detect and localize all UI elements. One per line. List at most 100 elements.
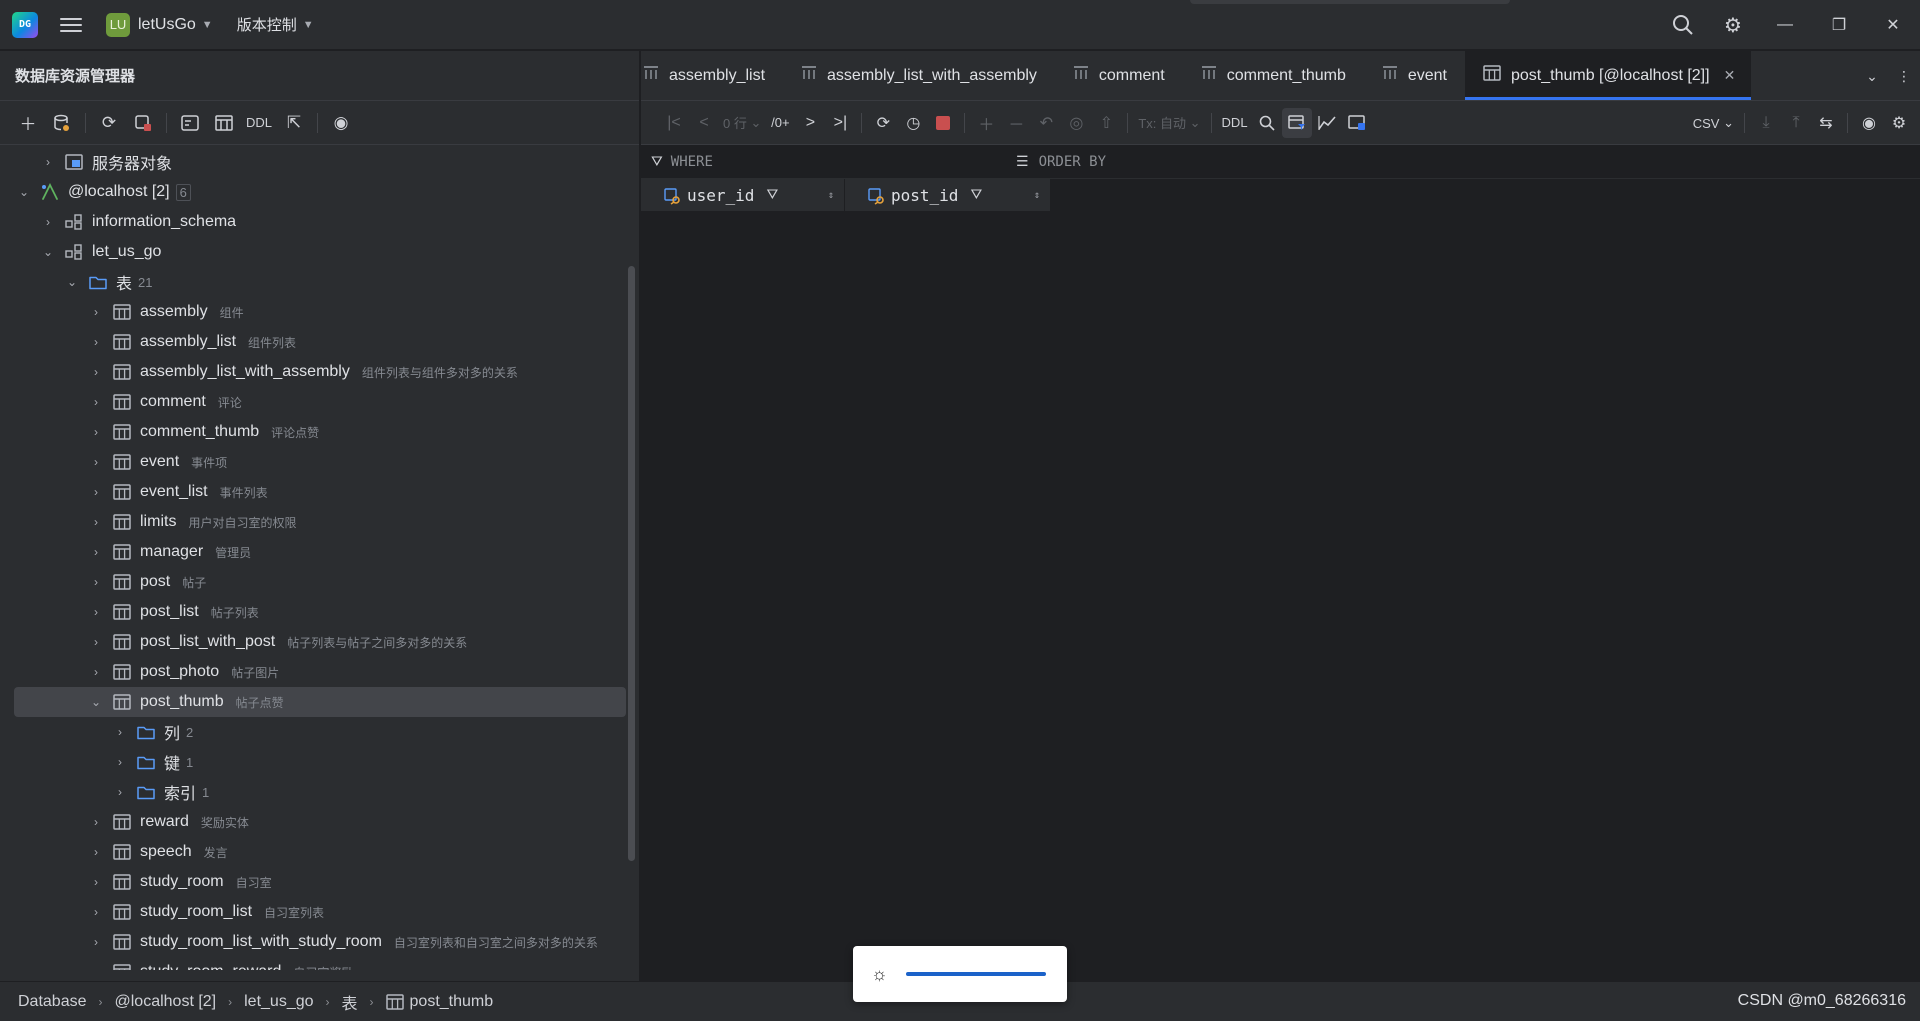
column-header[interactable]: user_id ⛛ ⇕ [641, 179, 845, 211]
chevron-right-icon[interactable]: › [88, 905, 104, 919]
settings-gear-icon[interactable]: ⚙ [1884, 108, 1914, 138]
tree-node[interactable]: › post_list_with_post 帖子列表与帖子之间多对多的关系 [0, 627, 628, 657]
project-name[interactable]: letUsGo [138, 16, 196, 34]
breadcrumb-item[interactable]: @localhost [2] [115, 993, 217, 1011]
tree-node[interactable]: › assembly 组件 [0, 297, 628, 327]
datasource-properties-icon[interactable] [48, 108, 76, 138]
transaction-mode-select[interactable]: Tx: 自动 ⌄ [1134, 108, 1204, 138]
chevron-right-icon[interactable]: › [88, 545, 104, 559]
editor-tab[interactable]: assembly_list [641, 51, 783, 100]
tree-node[interactable]: › post 帖子 [0, 567, 628, 597]
chevron-right-icon[interactable]: › [88, 455, 104, 469]
breadcrumb-item[interactable]: 表 [342, 990, 358, 1014]
chevron-right-icon[interactable]: › [88, 395, 104, 409]
preview-changes-icon[interactable]: ◎ [1061, 108, 1091, 138]
rows-per-page-select[interactable]: 0 行 ⌄ [719, 108, 765, 138]
chevron-right-icon[interactable]: › [88, 305, 104, 319]
compare-icon[interactable]: ⇆ [1811, 108, 1841, 138]
tree-node[interactable]: ⌄ post_thumb 帖子点赞 [14, 687, 626, 717]
chevron-right-icon[interactable]: › [112, 755, 128, 769]
chevron-right-icon[interactable]: › [88, 365, 104, 379]
chevron-right-icon[interactable]: › [88, 575, 104, 589]
editor-tab[interactable]: post_thumb [@localhost [2]] ✕ [1465, 51, 1752, 100]
tree-node[interactable]: ⌄ @localhost [2] 6 [0, 177, 628, 207]
chevron-right-icon[interactable]: › [40, 155, 56, 169]
breadcrumb-item[interactable]: post_thumb [410, 993, 494, 1011]
minimize-button[interactable]: — [1758, 0, 1812, 50]
layout-options-icon[interactable] [1342, 108, 1372, 138]
stop-icon[interactable] [928, 108, 958, 138]
tree-node[interactable]: › manager 管理员 [0, 537, 628, 567]
more-options-icon[interactable]: ⋮ [1888, 68, 1920, 85]
tree-vertical-scrollbar[interactable] [628, 266, 635, 861]
chevron-right-icon[interactable]: › [88, 335, 104, 349]
jump-to-icon[interactable]: ⇱ [280, 108, 308, 138]
tree-node[interactable]: › reward 奖励实体 [0, 807, 628, 837]
tree-node[interactable]: › speech 发言 [0, 837, 628, 867]
tree-node[interactable]: › event_list 事件列表 [0, 477, 628, 507]
tree-node[interactable]: › limits 用户对自习室的权限 [0, 507, 628, 537]
refresh-icon[interactable]: ⟳ [95, 108, 123, 138]
add-row-icon[interactable]: ＋ [971, 108, 1001, 138]
chevron-right-icon[interactable]: › [88, 845, 104, 859]
delete-row-icon[interactable]: － [1001, 108, 1031, 138]
import-upload-icon[interactable]: ⤒ [1781, 108, 1811, 138]
orderby-filter[interactable]: ☰ ORDER BY [1016, 154, 1106, 170]
vcs-menu[interactable]: 版本控制 [237, 14, 297, 35]
chart-icon[interactable] [1312, 108, 1342, 138]
chevron-down-icon[interactable]: ▼ [202, 19, 213, 31]
previous-page-icon[interactable]: < [689, 108, 719, 138]
tree-node[interactable]: › 索引 1 [0, 777, 628, 807]
close-tab-icon[interactable]: ✕ [1724, 67, 1736, 84]
view-eye-icon[interactable]: ◉ [1854, 108, 1884, 138]
close-window-button[interactable]: ✕ [1866, 0, 1920, 50]
add-icon[interactable]: ＋ [14, 108, 42, 138]
sort-arrows-icon[interactable]: ⇕ [828, 190, 834, 201]
chevron-right-icon[interactable]: › [40, 215, 56, 229]
breadcrumb-item[interactable]: let_us_go [244, 993, 313, 1011]
where-filter[interactable]: ⛛ WHERE [641, 154, 1016, 170]
tree-node[interactable]: › study_room_list 自习室列表 [0, 897, 628, 927]
chevron-down-icon[interactable]: ⌄ [16, 185, 32, 199]
chevron-right-icon[interactable]: › [88, 605, 104, 619]
tree-node[interactable]: ⌄ let_us_go [0, 237, 628, 267]
ddl-button[interactable]: DDL [244, 108, 274, 138]
chevron-right-icon[interactable]: › [88, 665, 104, 679]
chevron-right-icon[interactable]: › [88, 485, 104, 499]
search-icon[interactable] [1658, 0, 1708, 50]
history-clock-icon[interactable]: ◷ [898, 108, 928, 138]
tree-node[interactable]: › post_list 帖子列表 [0, 597, 628, 627]
settings-gear-icon[interactable]: ⚙ [1708, 0, 1758, 50]
chevron-down-icon[interactable]: ⌄ [40, 245, 56, 259]
first-page-icon[interactable]: |< [659, 108, 689, 138]
tree-node[interactable]: › information_schema [0, 207, 628, 237]
ddl-button[interactable]: DDL [1218, 108, 1252, 138]
console-icon[interactable] [176, 108, 204, 138]
chevron-down-icon[interactable]: ▼ [303, 19, 314, 31]
chevron-right-icon[interactable]: › [88, 815, 104, 829]
sort-arrows-icon[interactable]: ⇕ [1034, 190, 1040, 201]
chevron-down-icon[interactable]: ⌄ [88, 695, 104, 709]
last-page-icon[interactable]: >| [825, 108, 855, 138]
filter-view-icon[interactable] [1281, 107, 1312, 138]
editor-tab[interactable]: assembly_list_with_assembly [783, 51, 1055, 100]
export-download-icon[interactable]: ⤓ [1751, 108, 1781, 138]
tree-node[interactable]: › comment 评论 [0, 387, 628, 417]
submit-icon[interactable]: ⇧ [1091, 108, 1121, 138]
column-filter-icon[interactable]: ⛛ [766, 187, 778, 203]
export-format-select[interactable]: CSV ⌄ [1689, 108, 1738, 138]
chevron-right-icon[interactable]: › [88, 515, 104, 529]
column-filter-icon[interactable]: ⛛ [970, 187, 982, 203]
table-view-icon[interactable] [210, 108, 238, 138]
restore-button[interactable]: ❐ [1812, 0, 1866, 50]
tree-node[interactable]: › comment_thumb 评论点赞 [0, 417, 628, 447]
chevron-right-icon[interactable]: › [88, 965, 104, 970]
search-icon[interactable] [1252, 108, 1282, 138]
tree-node[interactable]: › assembly_list_with_assembly 组件列表与组件多对多的关… [0, 357, 628, 387]
tree-node[interactable]: › post_photo 帖子图片 [0, 657, 628, 687]
breadcrumb-item[interactable]: Database [18, 993, 87, 1011]
tabs-dropdown-icon[interactable]: ⌄ [1856, 68, 1888, 85]
column-header[interactable]: post_id ⛛ ⇕ [845, 179, 1051, 211]
chevron-right-icon[interactable]: › [88, 935, 104, 949]
tree-node[interactable]: › event 事件项 [0, 447, 628, 477]
